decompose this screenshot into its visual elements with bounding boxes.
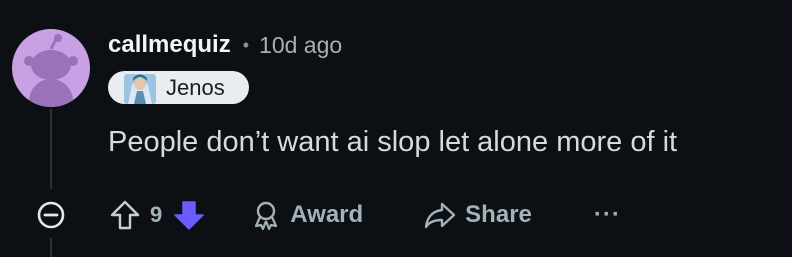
collapse-button[interactable]: [32, 196, 70, 234]
thread-line-continued: [50, 238, 52, 257]
vote-score: 9: [150, 202, 163, 227]
share-button[interactable]: Share: [423, 199, 532, 231]
flair-character-icon: [124, 74, 156, 104]
more-options-icon: ···: [593, 201, 621, 228]
meta-separator: •: [242, 34, 250, 55]
comment: callmequiz • 10d ago Jenos People don’t …: [0, 0, 792, 257]
downvote-button[interactable]: [172, 198, 206, 232]
thread-line: [50, 109, 52, 189]
comment-meta: callmequiz • 10d ago: [108, 28, 342, 62]
share-arrow-icon: [424, 202, 456, 229]
share-label: Share: [465, 201, 532, 228]
collapse-minus-icon: [37, 201, 65, 229]
comment-actions: 9 Award Share ···: [108, 193, 621, 237]
username-link[interactable]: callmequiz: [108, 31, 231, 59]
comment-body: People don’t want ai slop let alone more…: [108, 126, 678, 158]
award-button[interactable]: Award: [250, 199, 363, 231]
user-avatar[interactable]: [12, 29, 90, 107]
upvote-arrow-icon: [110, 200, 140, 230]
snoo-avatar-icon: [24, 34, 78, 107]
comment-timestamp[interactable]: 10d ago: [259, 32, 342, 59]
more-options-button[interactable]: ···: [594, 201, 621, 229]
award-label: Award: [290, 201, 364, 228]
user-flair: Jenos: [108, 71, 249, 104]
award-ribbon-icon: [255, 201, 278, 231]
upvote-button[interactable]: [108, 198, 142, 232]
flair-label: Jenos: [166, 74, 225, 100]
downvote-arrow-icon: [174, 201, 204, 230]
